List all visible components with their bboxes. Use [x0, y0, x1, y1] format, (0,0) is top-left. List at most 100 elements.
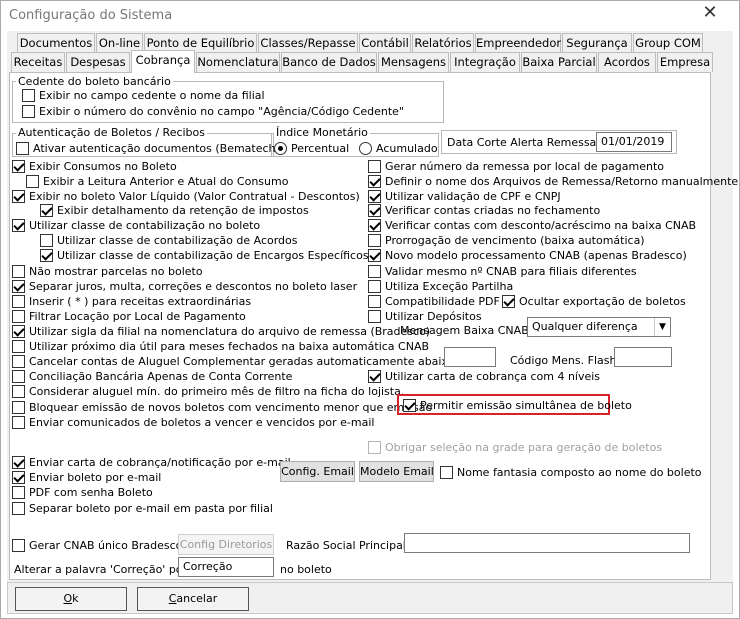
tab-group-com[interactable]: Group COM	[633, 33, 703, 53]
conciliacao-bancaria-checkbox[interactable]: Conciliação Bancária Apenas de Conta Cor…	[12, 369, 292, 383]
tab-empresa[interactable]: Empresa	[657, 52, 713, 72]
modelo-email-button[interactable]: Modelo Email	[359, 461, 434, 482]
checkbox-label: Validar mesmo nº CNAB para filiais difer…	[385, 264, 637, 278]
pdf-senha-checkbox[interactable]: PDF com senha Boleto	[12, 485, 153, 499]
separar-juros-checkbox[interactable]: Separar juros, multa, correções e descon…	[12, 279, 357, 293]
utilizar-depositos-checkbox[interactable]: Utilizar Depósitos	[368, 309, 482, 323]
proximo-dia-util-checkbox[interactable]: Utilizar próximo dia útil para meses fec…	[12, 339, 429, 353]
separar-boleto-pasta-checkbox[interactable]: Separar boleto por e-mail em pasta por f…	[12, 501, 273, 515]
filtrar-locacao-checkbox[interactable]: Filtrar Locação por Local de Pagamento	[12, 309, 246, 323]
tab-documentos[interactable]: Documentos	[17, 33, 95, 53]
tab-receitas[interactable]: Receitas	[11, 52, 65, 72]
valor-liquido-checkbox[interactable]: Exibir no boleto Valor Líquido (Valor Co…	[12, 189, 360, 203]
checkbox-box	[12, 369, 25, 383]
acumulado-radio[interactable]: Acumulado	[359, 141, 438, 155]
razao-social-label: Razão Social Principal	[286, 539, 406, 552]
checkbox-box	[22, 104, 35, 118]
tab-cobranca[interactable]: Cobrança	[131, 50, 195, 73]
valor-rs-input[interactable]	[444, 347, 496, 367]
checkbox-box	[12, 470, 25, 484]
checkbox-label: Utilizar Depósitos	[385, 309, 482, 323]
verificar-contas-fechamento-checkbox[interactable]: Verificar contas criadas no fechamento	[368, 203, 600, 217]
aluguel-minimo-checkbox[interactable]: Considerar aluguel mín. do primeiro mês …	[12, 384, 404, 398]
tab-integracao[interactable]: Integração	[450, 52, 520, 72]
permitir-emissao-simultanea-checkbox[interactable]: Permitir emissão simultânea de boleto	[403, 398, 632, 412]
checkbox-box	[22, 88, 35, 102]
close-icon[interactable]: ✕	[687, 2, 733, 24]
detalhamento-retencao-checkbox[interactable]: Exibir detalhamento da retenção de impos…	[40, 203, 309, 217]
checkbox-label: Utilizar sigla da filial na nomenclatura…	[29, 324, 431, 338]
checkbox-box	[40, 248, 53, 262]
exibir-leitura-checkbox[interactable]: Exibir a Leitura Anterior e Atual do Con…	[26, 174, 288, 188]
bloquear-emissao-checkbox[interactable]: Bloquear emissão de novos boletos com ve…	[12, 400, 432, 414]
mensagem-baixa-select[interactable]: Qualquer diferença ▼	[527, 317, 671, 337]
config-diretorios-button[interactable]: Config Diretorios	[178, 534, 274, 555]
tab-mensagens[interactable]: Mensagens	[378, 52, 449, 72]
tab-baixa-parcial[interactable]: Baixa Parcial	[521, 52, 597, 72]
nao-mostrar-parcelas-checkbox[interactable]: Não mostrar parcelas no boleto	[12, 264, 203, 278]
checkbox-box	[26, 174, 39, 188]
cobranca-page: Cedente do boleto bancário Exibir no cam…	[9, 72, 738, 580]
classe-acordos-checkbox[interactable]: Utilizar classe de contabilização de Aco…	[40, 233, 298, 247]
tab-acordos[interactable]: Acordos	[598, 52, 656, 72]
tab-despesas[interactable]: Despesas	[66, 52, 130, 72]
verificar-contas-desconto-checkbox[interactable]: Verificar contas com desconto/acréscimo …	[368, 218, 696, 232]
nome-fantasia-checkbox[interactable]: Nome fantasia composto ao nome do boleto	[440, 465, 702, 479]
cancelar-contas-checkbox[interactable]: Cancelar contas de Aluguel Complementar …	[12, 354, 490, 368]
gerar-numero-remessa-checkbox[interactable]: Gerar número da remessa por local de pag…	[368, 159, 664, 173]
cedente-filial-checkbox[interactable]: Exibir no campo cedente o nome da filial	[22, 88, 265, 102]
cedente-convenio-checkbox[interactable]: Exibir o número do convênio no campo "Ag…	[22, 104, 404, 118]
checkbox-box	[12, 384, 25, 398]
checkbox-label: Filtrar Locação por Local de Pagamento	[29, 309, 246, 323]
config-email-button[interactable]: Config. Email	[280, 461, 355, 482]
data-corte-input[interactable]: 01/01/2019	[596, 132, 672, 152]
checkbox-box	[12, 189, 25, 203]
tab-classes-repasse[interactable]: Classes/Repasse	[258, 33, 358, 53]
select-value: Qualquer diferença	[532, 320, 638, 333]
obrigar-selecao-checkbox[interactable]: Obrigar seleção na grade para geração de…	[368, 440, 662, 454]
tab-empreendedor[interactable]: Empreendedor	[475, 33, 561, 53]
codigo-mens-input[interactable]	[614, 347, 672, 367]
razao-social-input[interactable]	[404, 533, 690, 553]
definir-nome-arquivos-checkbox[interactable]: Definir o nome dos Arquivos de Remessa/R…	[368, 174, 738, 188]
validacao-cpf-cnpj-checkbox[interactable]: Utilizar validação de CPF e CNPJ	[368, 189, 561, 203]
inserir-asterisco-checkbox[interactable]: Inserir ( * ) para receitas extraordinár…	[12, 294, 251, 308]
cancel-button[interactable]: Cancelar	[137, 587, 249, 611]
prorrogacao-vencimento-checkbox[interactable]: Prorrogação de vencimento (baixa automát…	[368, 233, 645, 247]
tab-contabil[interactable]: Contábil	[359, 33, 411, 53]
carta-4-niveis-checkbox[interactable]: Utilizar carta de cobrança com 4 níveis	[368, 369, 600, 383]
no-boleto-label: no boleto	[280, 563, 332, 576]
sigla-filial-checkbox[interactable]: Utilizar sigla da filial na nomenclatura…	[12, 324, 430, 338]
exibir-consumos-checkbox[interactable]: Exibir Consumos no Boleto	[12, 159, 177, 173]
classe-encargos-checkbox[interactable]: Utilizar classe de contabilização de Enc…	[40, 248, 369, 262]
checkbox-box	[12, 324, 25, 338]
novo-modelo-cnab-checkbox[interactable]: Novo modelo processamento CNAB (apenas B…	[368, 248, 687, 262]
checkbox-box	[440, 465, 453, 479]
validar-cnab-filiais-checkbox[interactable]: Validar mesmo nº CNAB para filiais difer…	[368, 264, 637, 278]
checkbox-label: PDF com senha Boleto	[29, 485, 153, 499]
checkbox-label: Separar juros, multa, correções e descon…	[29, 279, 358, 293]
percentual-radio[interactable]: Percentual	[274, 141, 349, 155]
correcao-input[interactable]: Correção	[178, 557, 274, 577]
enviar-carta-email-checkbox[interactable]: Enviar carta de cobrança/notificação por…	[12, 455, 291, 469]
checkbox-box	[12, 501, 25, 515]
checkbox-label: Exibir detalhamento da retenção de impos…	[57, 203, 309, 217]
checkbox-box	[12, 485, 25, 499]
tab-nomenclatura[interactable]: Nomenclatura	[196, 52, 280, 72]
chevron-down-icon[interactable]: ▼	[654, 318, 670, 336]
tab-banco-dados[interactable]: Banco de Dados	[281, 52, 377, 72]
enviar-comunicados-checkbox[interactable]: Enviar comunicados de boletos a vencer e…	[12, 415, 374, 429]
checkbox-box	[12, 538, 25, 552]
checkbox-label: Exibir o número do convênio no campo "Ag…	[39, 104, 404, 118]
gerar-cnab-unico-checkbox[interactable]: Gerar CNAB único Bradesco	[12, 538, 182, 552]
tab-seguranca[interactable]: Segurança	[562, 33, 632, 53]
autenticacao-bematech-checkbox[interactable]: Ativar autenticação documentos (Bematech…	[16, 141, 280, 155]
enviar-boleto-email-checkbox[interactable]: Enviar boleto por e-mail	[12, 470, 161, 484]
compatibilidade-pdf-checkbox[interactable]: Compatibilidade PDF	[368, 294, 500, 308]
checkbox-box	[12, 294, 25, 308]
classe-contabilizacao-checkbox[interactable]: Utilizar classe de contabilização no bol…	[12, 218, 260, 232]
ocultar-exportacao-checkbox[interactable]: Ocultar exportação de boletos	[502, 294, 686, 308]
ok-button[interactable]: Ok	[15, 587, 127, 611]
tab-relatorios[interactable]: Relatórios	[412, 33, 474, 53]
excecao-partilha-checkbox[interactable]: Utiliza Exceção Partilha	[368, 279, 513, 293]
